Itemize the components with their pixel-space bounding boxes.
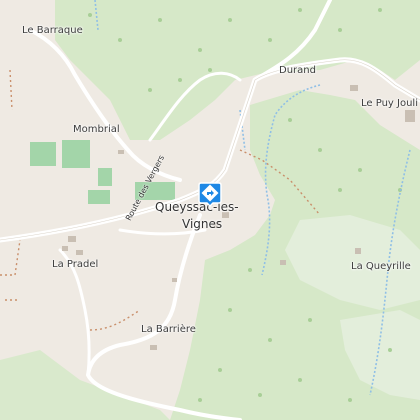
directions-icon (198, 182, 222, 208)
map-view[interactable]: Le Barraque Durand Le Puy Jouli Mombrial… (0, 0, 420, 420)
place-mombrial[interactable]: Mombrial (73, 125, 120, 135)
place-village-line2[interactable]: Vignes (182, 218, 222, 230)
place-la-queyrille[interactable]: La Queyrille (351, 262, 411, 272)
place-la-barriere[interactable]: La Barrière (141, 325, 196, 335)
place-le-puy-joulie[interactable]: Le Puy Jouli (361, 99, 418, 109)
open-land-south (0, 350, 170, 420)
place-durand[interactable]: Durand (279, 66, 316, 76)
place-village-line1[interactable]: Queyssac-les- (155, 201, 239, 213)
location-marker[interactable] (198, 181, 222, 208)
place-la-pradel[interactable]: La Pradel (52, 260, 98, 270)
place-le-barraque[interactable]: Le Barraque (22, 26, 83, 36)
